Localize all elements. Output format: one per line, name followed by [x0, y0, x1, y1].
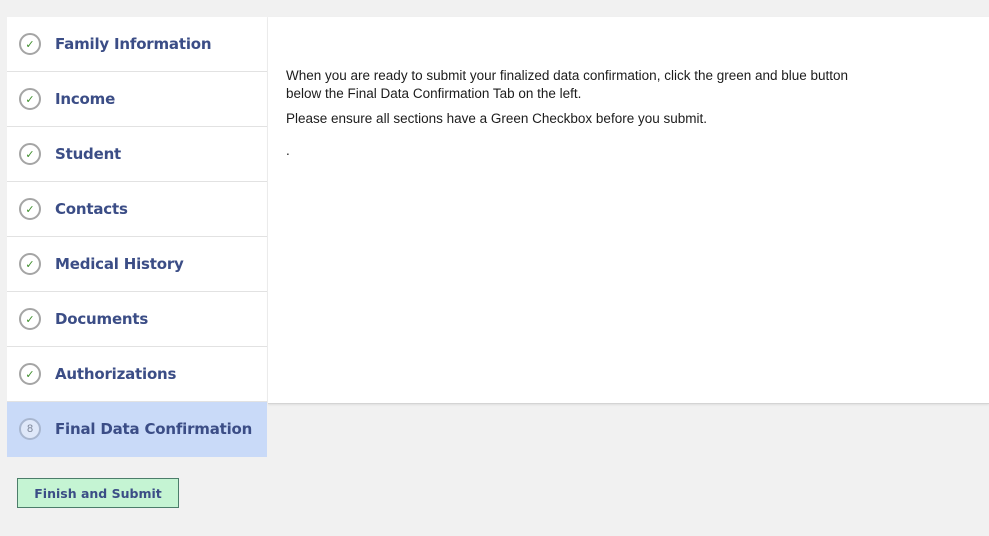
step-documents[interactable]: ✓ Documents — [7, 292, 267, 347]
step-contacts[interactable]: ✓ Contacts — [7, 182, 267, 237]
instructions: When you are ready to submit your finali… — [286, 67, 866, 167]
instructions-paragraph: . — [286, 143, 290, 158]
step-label: Income — [55, 90, 116, 108]
step-label: Family Information — [55, 35, 212, 53]
check-circle-icon: ✓ — [19, 143, 41, 165]
step-medical-history[interactable]: ✓ Medical History — [7, 237, 267, 292]
step-label: Medical History — [55, 255, 184, 273]
step-label: Final Data Confirmation — [55, 420, 253, 438]
step-label: Documents — [55, 310, 149, 328]
step-income[interactable]: ✓ Income — [7, 72, 267, 127]
instructions-paragraph: When you are ready to submit your finali… — [286, 68, 849, 101]
steps-sidebar: ✓ Family Information ✓ Income ✓ Student … — [7, 17, 267, 457]
step-label: Authorizations — [55, 365, 177, 383]
step-authorizations[interactable]: ✓ Authorizations — [7, 347, 267, 402]
check-circle-icon: ✓ — [19, 253, 41, 275]
content-panel: When you are ready to submit your finali… — [268, 17, 989, 404]
step-label: Student — [55, 145, 122, 163]
step-label: Contacts — [55, 200, 128, 218]
check-circle-icon: ✓ — [19, 88, 41, 110]
check-circle-icon: ✓ — [19, 198, 41, 220]
step-final-data-confirmation[interactable]: 8 Final Data Confirmation — [7, 402, 267, 457]
check-circle-icon: ✓ — [19, 363, 41, 385]
check-circle-icon: ✓ — [19, 308, 41, 330]
step-family-information[interactable]: ✓ Family Information — [7, 17, 267, 72]
step-number-icon: 8 — [19, 418, 41, 440]
page: ✓ Family Information ✓ Income ✓ Student … — [0, 0, 989, 536]
check-circle-icon: ✓ — [19, 33, 41, 55]
finish-and-submit-button[interactable]: Finish and Submit — [17, 478, 179, 508]
instructions-paragraph: Please ensure all sections have a Green … — [286, 111, 707, 126]
step-student[interactable]: ✓ Student — [7, 127, 267, 182]
